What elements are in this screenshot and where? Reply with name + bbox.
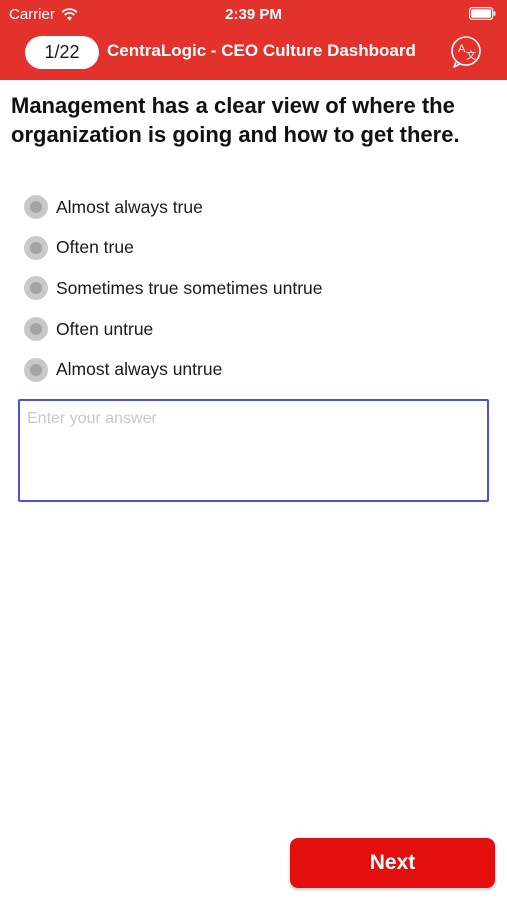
question-progress-badge: 1/22 — [25, 36, 99, 69]
status-time: 2:39 PM — [225, 6, 282, 23]
option-almost-always-untrue[interactable]: Almost always untrue — [24, 349, 484, 390]
option-label: Almost always untrue — [56, 359, 223, 380]
radio-button[interactable] — [24, 195, 48, 220]
answer-input[interactable] — [18, 399, 489, 502]
next-button[interactable]: Next — [290, 838, 495, 888]
option-label: Almost always true — [56, 196, 203, 217]
option-almost-always-true[interactable]: Almost always true — [24, 187, 484, 228]
radio-button[interactable] — [24, 276, 48, 301]
battery-icon — [469, 7, 496, 20]
survey-screen: Carrier 2:39 PM 1/22 CentraLogic - CEO C… — [0, 0, 507, 900]
option-label: Often true — [56, 237, 134, 258]
survey-title: CentraLogic - CEO Culture Dashboard — [107, 41, 416, 60]
radio-button[interactable] — [24, 235, 48, 260]
nav-bar: 1/22 CentraLogic - CEO Culture Dashboard… — [0, 28, 507, 80]
translate-icon[interactable]: A 文 — [449, 35, 483, 69]
svg-text:文: 文 — [466, 49, 476, 62]
option-often-true[interactable]: Often true — [24, 228, 484, 269]
question-text: Management has a clear view of where the… — [11, 93, 460, 147]
radio-button[interactable] — [24, 317, 48, 342]
option-label: Often untrue — [56, 318, 154, 339]
answer-options: Almost always true Often true Sometimes … — [24, 187, 484, 390]
status-bar: Carrier 2:39 PM — [0, 0, 507, 28]
radio-button[interactable] — [24, 357, 48, 382]
option-sometimes-true-sometimes-untrue[interactable]: Sometimes true sometimes untrue — [24, 268, 484, 309]
svg-text:A: A — [458, 43, 466, 55]
option-often-untrue[interactable]: Often untrue — [24, 309, 484, 350]
option-label: Sometimes true sometimes untrue — [56, 277, 323, 298]
header: Carrier 2:39 PM 1/22 CentraLogic - CEO C… — [0, 0, 507, 80]
